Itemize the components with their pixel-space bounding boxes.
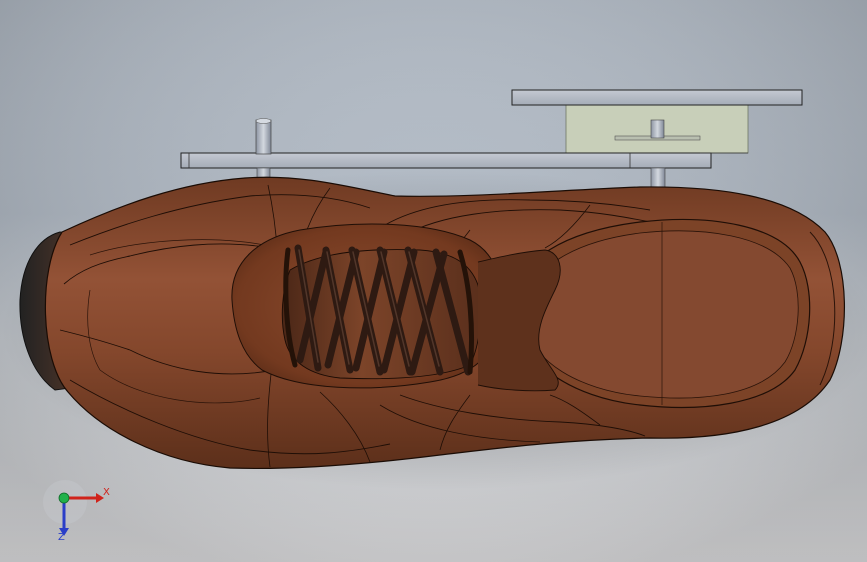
fixture-upper-pin[interactable] <box>650 119 665 139</box>
coordinate-triad[interactable]: X Z <box>40 478 130 548</box>
left-pin-cap <box>255 118 272 124</box>
graphics-viewport[interactable]: X Z <box>0 0 867 562</box>
fixture-base-plate[interactable] <box>180 152 712 169</box>
cad-model-scene[interactable] <box>0 0 867 562</box>
z-axis-label: Z <box>58 532 65 543</box>
coordinate-triad-icon <box>43 480 104 536</box>
fixture-left-pin[interactable] <box>255 119 272 155</box>
y-axis-point <box>58 492 70 504</box>
fixture-left-pin-lower <box>256 167 271 179</box>
fixture-top-plate[interactable] <box>511 89 803 106</box>
collar-lining <box>527 230 799 399</box>
x-axis-label: X <box>103 487 110 498</box>
shoe-model[interactable] <box>19 176 846 470</box>
